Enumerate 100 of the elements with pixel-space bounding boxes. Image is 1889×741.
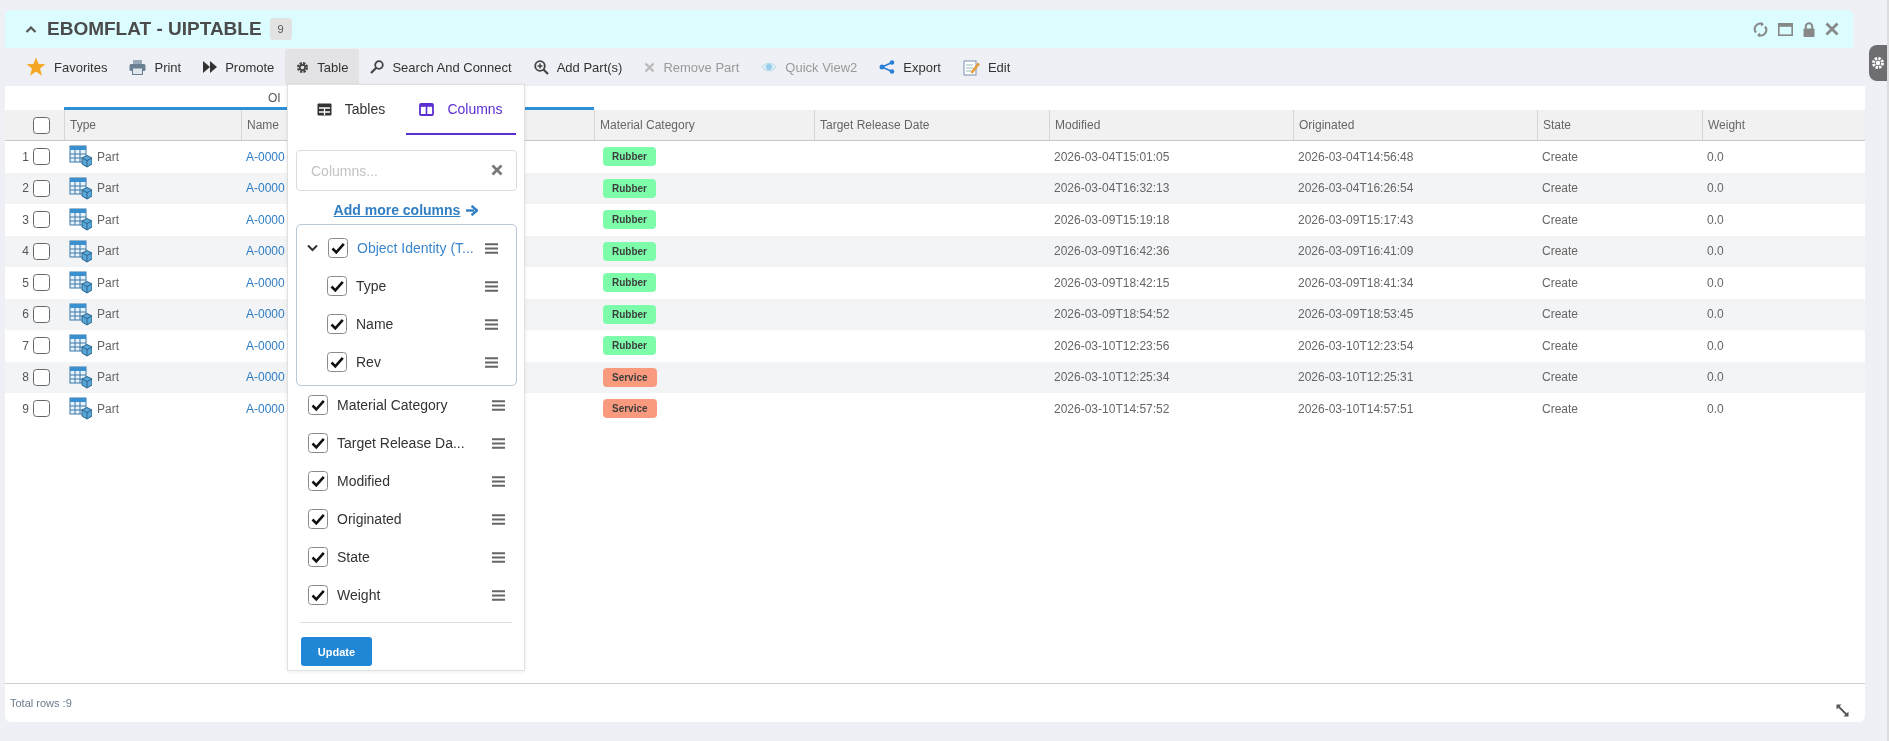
table-cell: 2026-03-10T12:23:54 [1298,338,1414,353]
part-name-link[interactable]: A-0000 [246,149,285,164]
category-tag: Rubber [603,210,656,230]
drag-handle-icon[interactable] [492,399,505,411]
column-checkbox[interactable] [308,547,328,567]
column-checkbox[interactable] [327,276,347,296]
toolbar-button[interactable]: Add Part(s) [522,49,634,85]
table-cell: Part [97,149,119,164]
drag-handle-icon[interactable] [492,475,505,487]
table-cell: 2026-03-09T18:54:52 [1054,307,1170,322]
toolbar-button[interactable]: Print [118,49,193,85]
row-checkbox[interactable] [33,274,50,292]
column-header[interactable]: State [1543,118,1572,132]
drag-handle-icon[interactable] [492,551,505,563]
column-header[interactable]: Name [247,118,279,132]
part-name-link[interactable]: A-0000 [246,338,285,353]
settings-tab[interactable] [1869,45,1887,81]
column-checkbox[interactable] [308,471,328,491]
table-cell: Create [1542,275,1579,290]
drag-handle-icon[interactable] [485,356,498,368]
table-cell: Part [97,338,119,353]
row-checkbox[interactable] [33,242,50,260]
picker-tab[interactable]: Columns [406,85,516,135]
part-icon [69,334,92,358]
part-name-link[interactable]: A-0000 [246,244,285,259]
close-icon [644,61,656,73]
table-cell: 2026-03-10T14:57:52 [1054,401,1170,416]
column-header[interactable]: Target Release Date [820,118,930,132]
clear-icon[interactable] [491,164,503,176]
column-header[interactable]: Material Category [600,118,695,132]
maximize-icon[interactable] [1778,22,1793,36]
column-header[interactable]: Type [70,118,96,132]
column-checkbox[interactable] [328,238,348,258]
row-number: 4 [22,244,29,259]
collapse-icon[interactable] [25,25,37,33]
drag-handle-icon[interactable] [492,437,505,449]
drag-handle-icon[interactable] [492,513,505,525]
part-name-link[interactable]: A-0000 [246,307,285,322]
row-checkbox[interactable] [33,305,50,323]
column-checkbox[interactable] [327,314,347,334]
chevron-down-icon[interactable] [307,244,318,252]
table-cell: 2026-03-04T15:01:05 [1054,149,1170,164]
toolbar-button[interactable]: Promote [192,49,286,85]
table-cell: 2026-03-04T16:32:13 [1054,181,1170,196]
column-checkbox[interactable] [308,433,328,453]
column-checkbox[interactable] [308,585,328,605]
close-icon[interactable] [1825,22,1839,36]
part-name-link[interactable]: A-0000 [246,401,285,416]
table-cell: 2026-03-09T15:17:43 [1298,212,1414,227]
part-name-link[interactable]: A-0000 [246,275,285,290]
row-checkbox[interactable] [33,148,50,166]
column-checkbox[interactable] [308,395,328,415]
table-cell: Part [97,181,119,196]
picker-tab[interactable]: Tables [296,85,406,135]
total-rows-text: Total rows :9 [10,697,72,709]
update-button[interactable]: Update [301,637,372,666]
toolbar-button[interactable]: Favorites [15,49,119,85]
select-all-checkbox[interactable] [33,116,50,134]
toolbar-button[interactable]: Export [868,49,952,85]
table-cell: Part [97,307,119,322]
lock-icon[interactable] [1803,21,1815,37]
row-checkbox[interactable] [33,179,50,197]
column-search-field[interactable]: Columns... [296,150,517,191]
part-name-link[interactable]: A-0000 [246,212,285,227]
table-cell: 2026-03-10T12:25:34 [1054,370,1170,385]
table-cell: 2026-03-09T18:42:15 [1054,275,1170,290]
table-cell: Create [1542,212,1579,227]
toolbar-button[interactable]: Table [285,49,360,85]
drag-handle-icon[interactable] [492,589,505,601]
table-cell: 0.0 [1707,212,1724,227]
resize-icon[interactable] [1836,703,1849,717]
table-cell: Part [97,370,119,385]
row-checkbox[interactable] [33,211,50,229]
row-number: 1 [22,149,29,164]
refresh-icon[interactable] [1753,21,1768,37]
category-tag: Service [603,367,657,387]
drag-handle-icon[interactable] [485,242,498,254]
table-cell: Part [97,212,119,227]
part-icon [69,271,92,295]
column-header[interactable]: Originated [1299,118,1355,132]
column-checkbox[interactable] [327,352,347,372]
column-checkbox[interactable] [308,509,328,529]
part-name-link[interactable]: A-0000 [246,370,285,385]
column-header[interactable]: Weight [1708,118,1746,132]
table-cell: Create [1542,370,1579,385]
drag-handle-icon[interactable] [485,280,498,292]
table-cell: Create [1542,307,1579,322]
table-icon [316,102,332,116]
drag-handle-icon[interactable] [485,318,498,330]
table-cell: 2026-03-10T14:57:51 [1298,401,1414,416]
row-checkbox[interactable] [33,400,50,418]
part-name-link[interactable]: A-0000 [246,181,285,196]
table-cell: Part [97,275,119,290]
add-columns-link[interactable]: Add more columns [333,201,479,219]
table-cell: 0.0 [1707,307,1724,322]
toolbar-button[interactable]: Search And Connect [359,49,523,85]
toolbar-button[interactable]: Edit [951,49,1022,85]
column-header[interactable]: Modified [1055,118,1101,132]
row-checkbox[interactable] [33,368,50,386]
row-checkbox[interactable] [33,337,50,355]
